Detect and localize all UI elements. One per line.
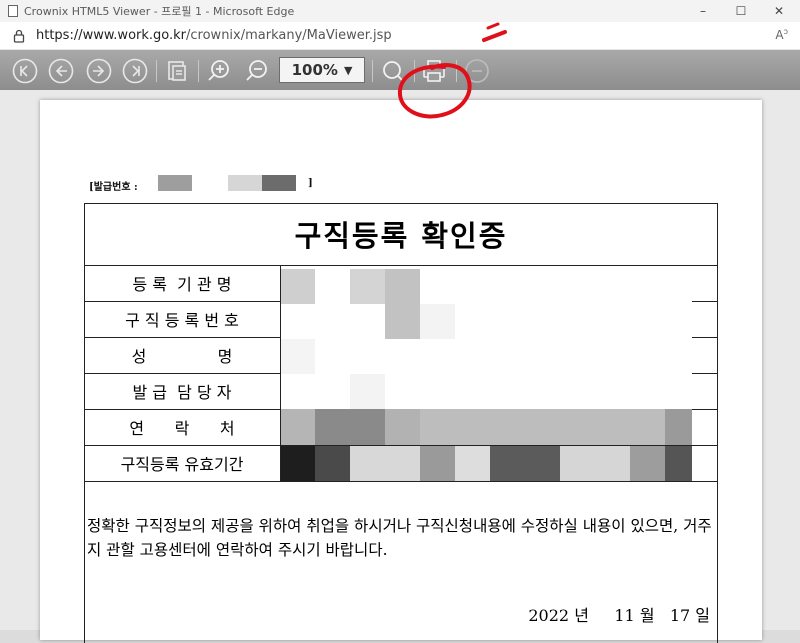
redacted-block <box>665 446 692 481</box>
redacted-block <box>350 446 420 481</box>
toolbar-separator <box>198 60 199 82</box>
redacted-block <box>281 269 315 304</box>
url-text[interactable]: https://www.work.go.kr/crownix/markany/M… <box>36 28 392 43</box>
redacted-block <box>385 409 420 445</box>
redacted-block <box>262 175 296 191</box>
toolbar-separator <box>456 60 457 82</box>
redacted-block <box>158 175 192 191</box>
last-page-icon[interactable] <box>122 58 148 84</box>
redacted-block <box>560 446 630 481</box>
redacted-block <box>420 446 455 481</box>
issue-number-end: ] <box>308 178 313 189</box>
redacted-block <box>228 175 262 191</box>
toolbar-separator <box>372 60 373 82</box>
close-icon[interactable] <box>464 58 490 84</box>
row-label-contact: 연 락 처 <box>129 419 235 438</box>
document-page: [발급번호 : ] 구직등록 확인증 등 록 기 관 명 구 직 등 록 번 호… <box>40 100 762 643</box>
print-icon[interactable] <box>421 58 447 84</box>
title-bar: Crownix HTML5 Viewer - 프로필 1 - Microsoft… <box>0 0 800 22</box>
viewer-toolbar: 100% ▼ <box>0 50 800 90</box>
lock-icon[interactable] <box>12 29 26 43</box>
zoom-out-icon[interactable] <box>244 58 270 84</box>
toolbar-separator <box>414 60 415 82</box>
row-label-registration-number: 구 직 등 록 번 호 <box>125 311 239 330</box>
redacted-block <box>315 409 385 445</box>
redacted-block <box>490 446 560 481</box>
redacted-block <box>281 409 315 445</box>
toolbar-separator <box>156 60 157 82</box>
redacted-block <box>455 446 490 481</box>
zoom-select[interactable]: 100% ▼ <box>279 57 365 83</box>
row-label-name: 성 명 <box>131 347 233 366</box>
redacted-block <box>665 409 692 445</box>
window-title: Crownix HTML5 Viewer - 프로필 1 - Microsoft… <box>24 5 295 18</box>
prev-page-icon[interactable] <box>48 58 74 84</box>
issue-date: 2022 년 11 월 17 일 <box>528 606 710 625</box>
redacted-block <box>630 446 665 481</box>
redacted-block <box>420 304 455 339</box>
zoom-in-icon[interactable] <box>206 58 232 84</box>
row-label-agency: 등 록 기 관 명 <box>132 275 232 294</box>
page-icon <box>8 5 18 17</box>
chevron-down-icon: ▼ <box>343 63 353 77</box>
search-icon[interactable] <box>380 58 406 84</box>
redacted-block <box>350 374 385 409</box>
redacted-block <box>281 446 315 481</box>
minimize-button[interactable]: – <box>688 0 718 22</box>
address-bar[interactable]: https://www.work.go.kr/crownix/markany/M… <box>0 22 800 50</box>
redacted-block <box>281 339 315 374</box>
redacted-block <box>315 446 350 481</box>
maximize-button[interactable]: ☐ <box>726 0 756 22</box>
redacted-block <box>350 269 385 304</box>
read-aloud-icon[interactable]: Aↄ <box>775 27 788 42</box>
row-label-valid-period: 구직등록 유효기간 <box>120 455 244 474</box>
document-title: 구직등록 확인증 <box>294 219 508 253</box>
redacted-block <box>385 269 420 339</box>
notice-paragraph: 정확한 구직정보의 제공을 위하여 취업을 하시거나 구직신청내용에 수정하실 … <box>87 517 712 559</box>
issue-number-label: [발급번호 : <box>89 182 138 193</box>
next-page-icon[interactable] <box>86 58 112 84</box>
row-label-officer: 발 급 담 당 자 <box>132 383 232 402</box>
close-window-button[interactable]: ✕ <box>764 0 794 22</box>
first-page-icon[interactable] <box>12 58 38 84</box>
save-icon[interactable] <box>164 58 190 84</box>
zoom-value: 100% <box>291 61 338 79</box>
redacted-block <box>420 409 665 445</box>
document-viewport[interactable]: [발급번호 : ] 구직등록 확인증 등 록 기 관 명 구 직 등 록 번 호… <box>0 90 800 643</box>
